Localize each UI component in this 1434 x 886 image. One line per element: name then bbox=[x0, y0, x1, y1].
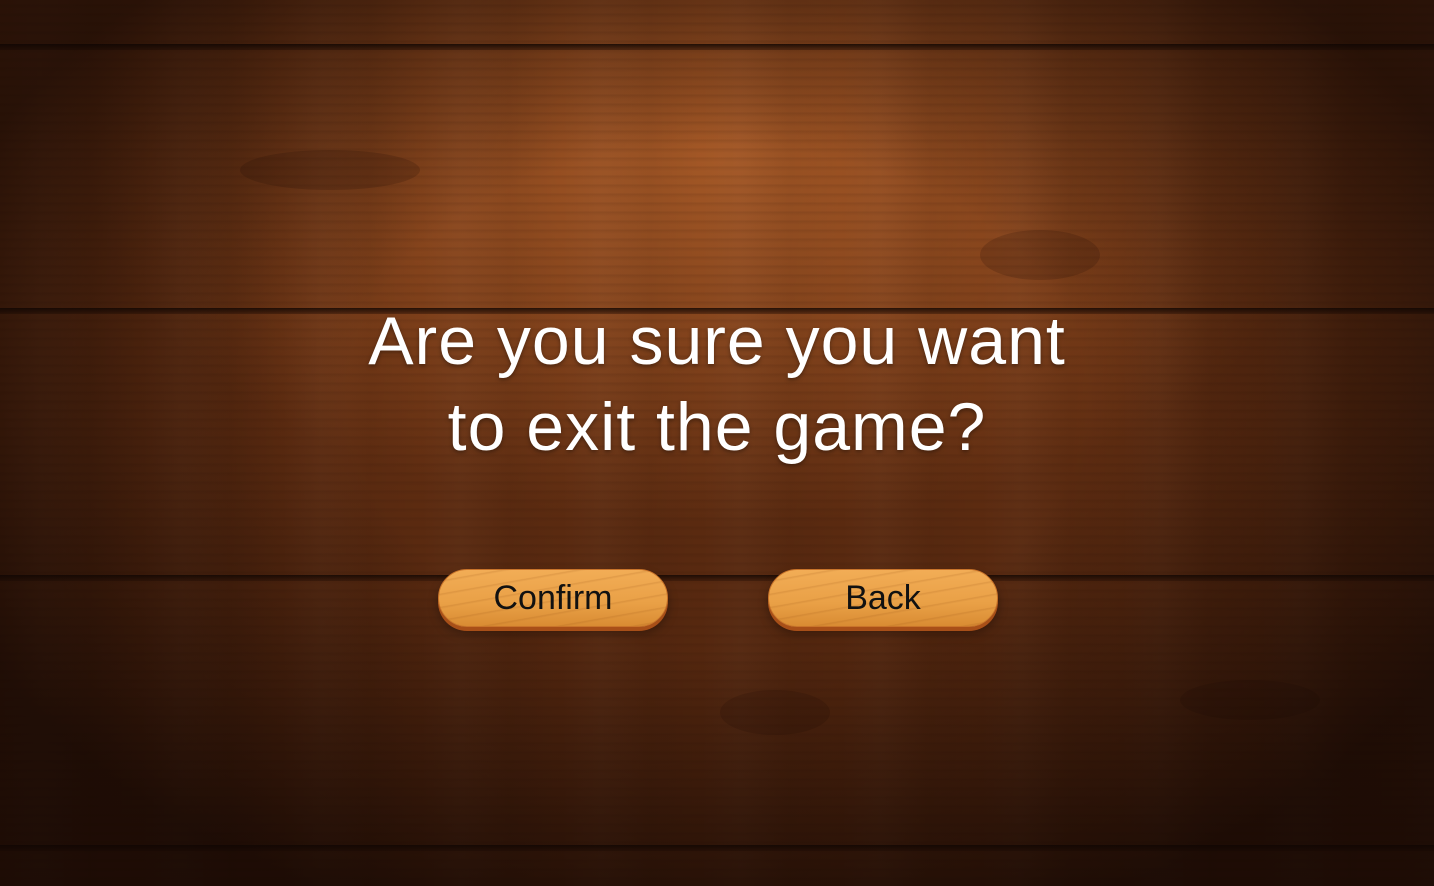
confirm-button[interactable]: Confirm bbox=[438, 569, 668, 627]
exit-confirmation-screen: Are you sure you want to exit the game? … bbox=[0, 0, 1434, 886]
message-line-1: Are you sure you want bbox=[368, 303, 1066, 379]
plank-seam bbox=[0, 845, 1434, 851]
exit-prompt-message: Are you sure you want to exit the game? bbox=[0, 298, 1434, 470]
wood-grain bbox=[240, 150, 420, 190]
wood-grain bbox=[720, 690, 830, 735]
plank-seam bbox=[0, 575, 1434, 581]
wood-grain bbox=[1180, 680, 1320, 720]
wood-grain bbox=[980, 230, 1100, 280]
back-button[interactable]: Back bbox=[768, 569, 998, 627]
message-line-2: to exit the game? bbox=[447, 389, 987, 465]
plank-seam bbox=[0, 44, 1434, 50]
